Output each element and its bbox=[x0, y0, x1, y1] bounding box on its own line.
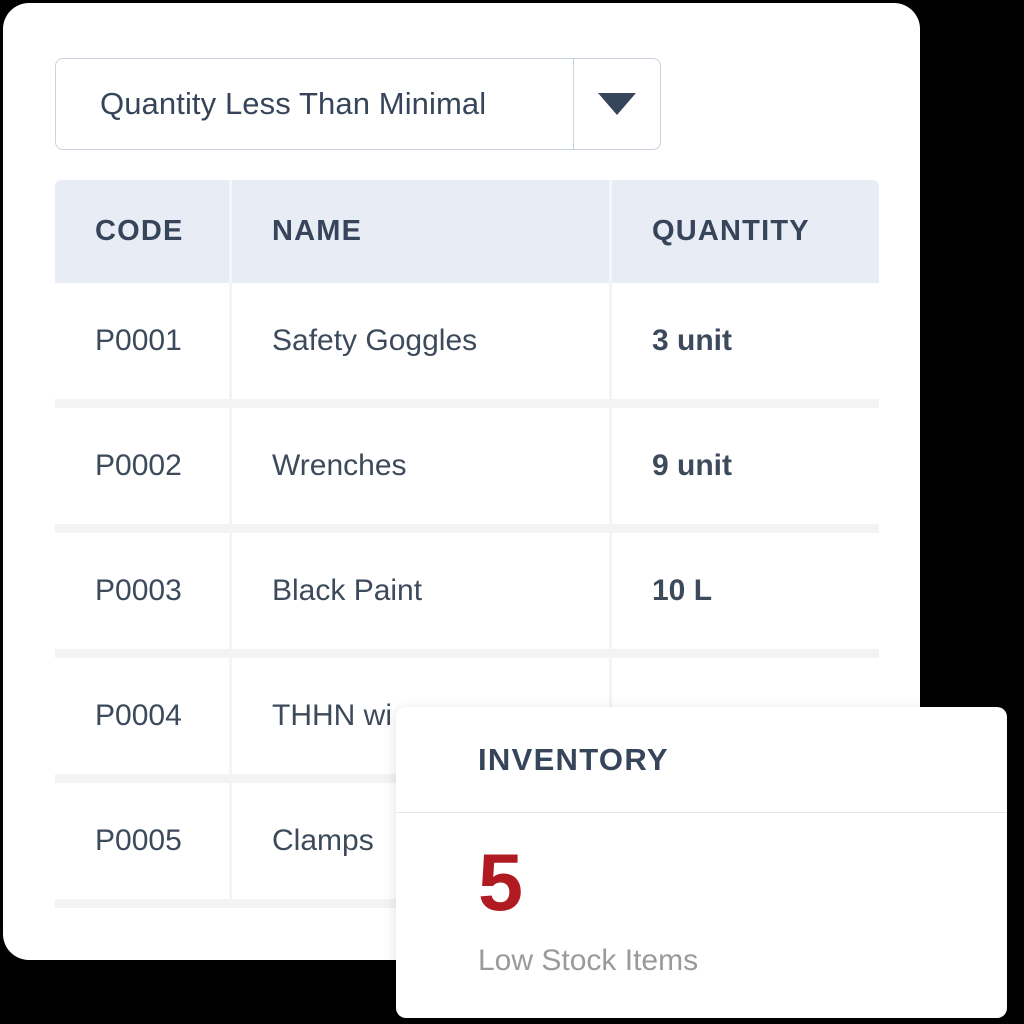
table-row[interactable]: P0003 Black Paint 10 L bbox=[55, 533, 879, 658]
cell-name: Safety Goggles bbox=[232, 283, 612, 408]
cell-quantity: 9 unit bbox=[612, 408, 879, 533]
inventory-summary-card[interactable]: INVENTORY 5 Low Stock Items bbox=[396, 707, 1007, 1018]
chevron-down-icon bbox=[598, 93, 636, 115]
filter-dropdown[interactable]: Quantity Less Than Minimal bbox=[55, 58, 661, 150]
column-header-code[interactable]: CODE bbox=[55, 180, 232, 283]
filter-selected-value: Quantity Less Than Minimal bbox=[100, 86, 487, 121]
inventory-card-title: INVENTORY bbox=[478, 741, 669, 777]
cell-quantity: 10 L bbox=[612, 533, 879, 658]
low-stock-label: Low Stock Items bbox=[478, 944, 699, 977]
cell-code: P0003 bbox=[55, 533, 232, 658]
column-header-quantity[interactable]: QUANTITY bbox=[612, 180, 879, 283]
cell-name: Wrenches bbox=[232, 408, 612, 533]
table-row[interactable]: P0001 Safety Goggles 3 unit bbox=[55, 283, 879, 408]
column-header-name[interactable]: NAME bbox=[232, 180, 612, 283]
cell-code: P0004 bbox=[55, 658, 232, 783]
cell-code: P0005 bbox=[55, 783, 232, 908]
table-header-row: CODE NAME QUANTITY bbox=[55, 180, 879, 283]
inventory-card-header: INVENTORY bbox=[396, 707, 1007, 813]
cell-code: P0002 bbox=[55, 408, 232, 533]
cell-quantity: 3 unit bbox=[612, 283, 879, 408]
filter-dropdown-toggle[interactable] bbox=[573, 58, 661, 150]
table-row[interactable]: P0002 Wrenches 9 unit bbox=[55, 408, 879, 533]
table-header: CODE NAME QUANTITY bbox=[55, 180, 879, 283]
inventory-card-body: 5 Low Stock Items bbox=[396, 813, 1007, 978]
filter-select-box[interactable]: Quantity Less Than Minimal bbox=[55, 58, 573, 150]
screen-root: Quantity Less Than Minimal CODE NAME QUA… bbox=[0, 0, 1024, 1024]
low-stock-count: 5 bbox=[478, 838, 523, 928]
cell-name: Black Paint bbox=[232, 533, 612, 658]
cell-code: P0001 bbox=[55, 283, 232, 408]
